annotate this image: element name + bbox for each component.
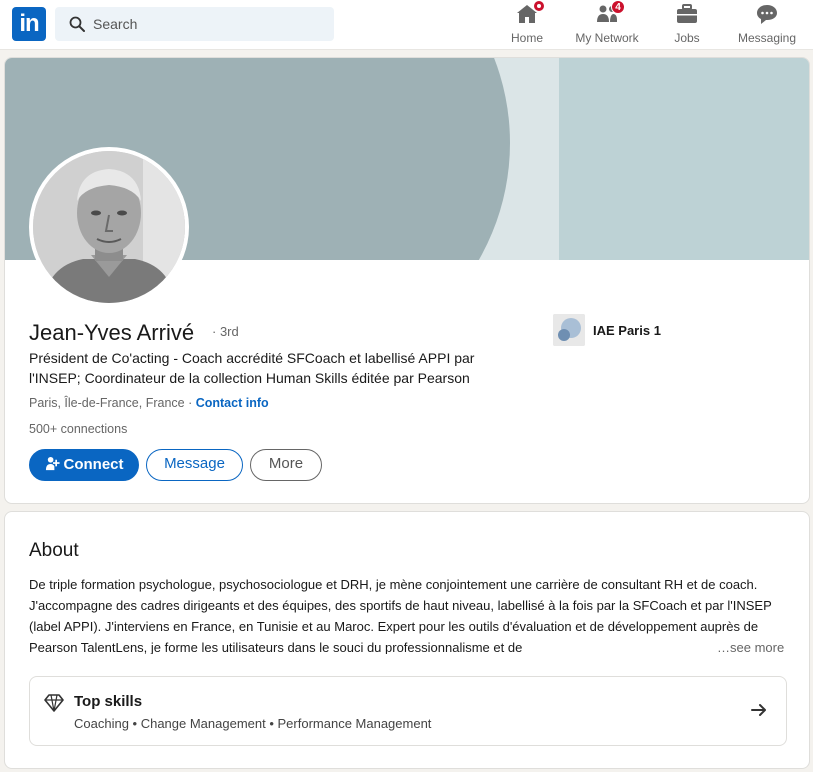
nav-item-messaging[interactable]: Messaging — [734, 2, 800, 48]
school-name: IAE Paris 1 — [593, 323, 661, 338]
about-text: De triple formation psychologue, psychos… — [29, 577, 772, 654]
nav-label-my-network: My Network — [575, 31, 639, 45]
diamond-icon — [44, 694, 64, 712]
add-person-icon — [45, 456, 60, 471]
nav-label-home: Home — [510, 31, 543, 45]
nav-item-jobs[interactable]: Jobs — [667, 2, 707, 48]
profile-photo — [33, 151, 185, 303]
banner-shape — [559, 58, 809, 260]
school-logo — [553, 314, 585, 346]
nav-label-messaging: Messaging — [737, 31, 797, 45]
contact-info-link[interactable]: Contact info — [196, 396, 269, 410]
chat-icon — [755, 2, 779, 26]
home-icon — [515, 0, 545, 26]
message-button[interactable]: Message — [146, 449, 243, 481]
top-skills-box[interactable]: Top skills Coaching • Change Management … — [29, 676, 787, 746]
connections-count[interactable]: 500+ connections — [29, 422, 127, 436]
briefcase-icon — [675, 2, 699, 26]
nav-label-jobs: Jobs — [674, 31, 700, 45]
search-input[interactable] — [93, 7, 323, 41]
profile-avatar[interactable] — [29, 147, 189, 307]
see-more-link[interactable]: …see more — [711, 637, 785, 658]
network-icon: 4 — [595, 0, 625, 26]
section-title: About — [29, 540, 79, 561]
arrow-right-icon — [751, 704, 766, 716]
linkedin-logo[interactable]: in — [12, 7, 46, 41]
nav-item-home[interactable]: Home — [505, 0, 549, 48]
connect-label: Connect — [63, 456, 124, 473]
search-bar[interactable] — [55, 7, 334, 41]
network-badge: 4 — [611, 0, 625, 14]
top-nav: in Home 4 My Network — [0, 0, 813, 50]
profile-card: Jean-Yves Arrivé · 3rd Président de Co'a… — [4, 57, 810, 504]
more-button[interactable]: More — [250, 449, 322, 481]
top-skills-title: Top skills — [74, 693, 143, 710]
about-card: About De triple formation psychologue, p… — [4, 511, 810, 769]
nav-item-my-network[interactable]: 4 My Network — [572, 0, 642, 48]
connection-degree: · 3rd — [212, 324, 239, 339]
notification-dot — [533, 0, 545, 12]
connect-button[interactable]: Connect — [29, 449, 139, 481]
separator: · — [184, 396, 196, 410]
profile-location: Paris, Île-de-France, France — [29, 396, 185, 410]
location-row: Paris, Île-de-France, France · Contact i… — [29, 396, 269, 410]
profile-headline: Président de Co'acting - Coach accrédité… — [29, 350, 475, 386]
profile-name: Jean-Yves Arrivé — [29, 320, 195, 345]
search-icon — [69, 16, 85, 32]
top-skills-list: Coaching • Change Management • Performan… — [74, 716, 432, 731]
